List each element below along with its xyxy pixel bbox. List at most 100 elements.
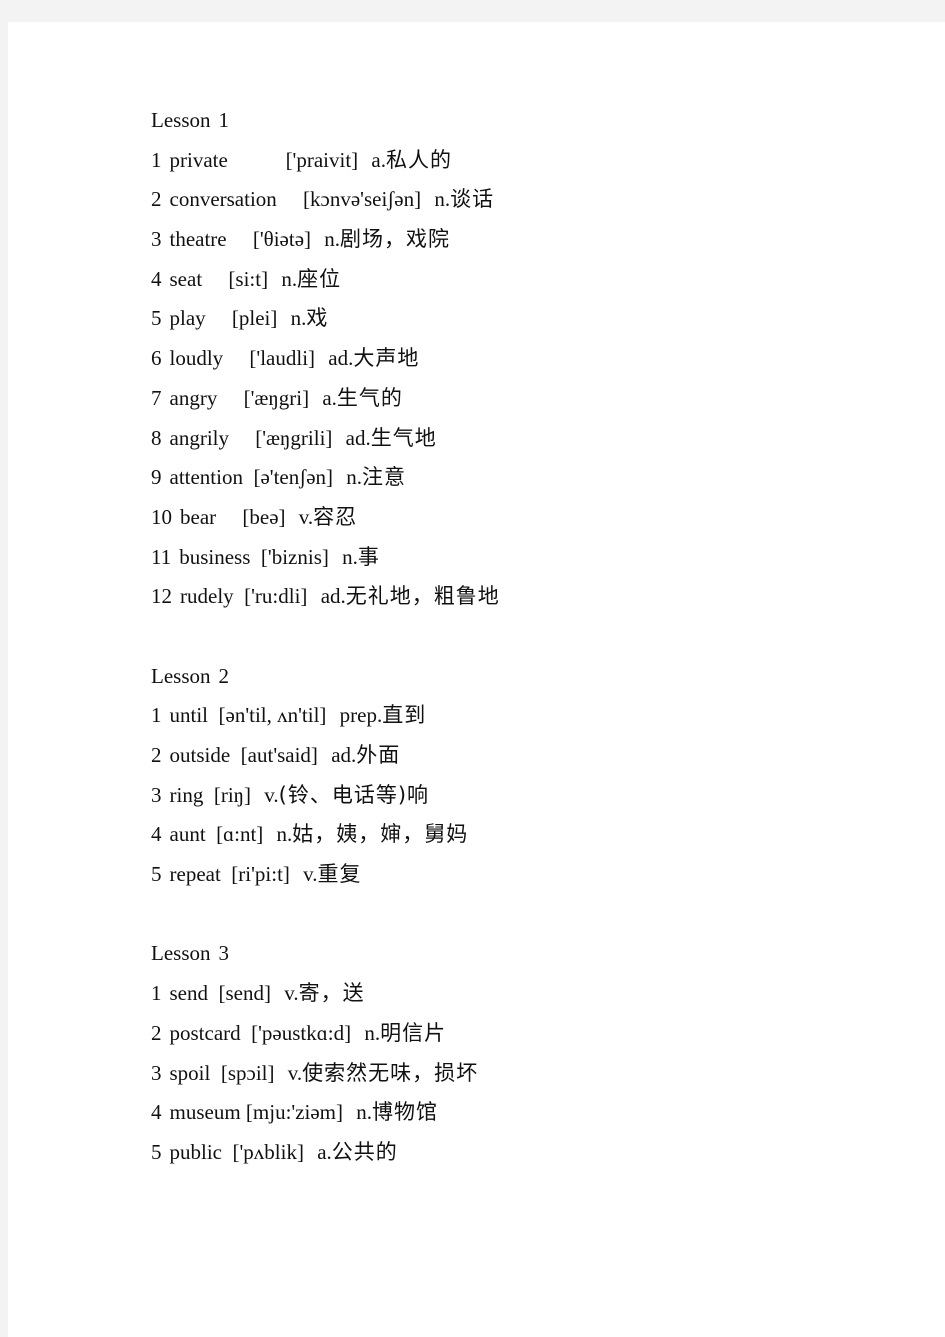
entry-word: public bbox=[169, 1139, 223, 1164]
entry-part-of-speech: n. bbox=[324, 227, 341, 252]
entry-meaning: 私人的 bbox=[385, 147, 452, 172]
vocab-entry: 9 attention [ə'tenʃən] n.注意 bbox=[151, 464, 500, 504]
vocab-entry: 11 business ['biznis] n.事 bbox=[151, 544, 500, 584]
entry-word: conversation bbox=[169, 187, 277, 212]
lesson-label: Lesson bbox=[151, 941, 211, 966]
entry-meaning: 生气的 bbox=[336, 385, 403, 410]
entry-part-of-speech: ad. bbox=[328, 346, 354, 371]
entry-part-of-speech: n. bbox=[346, 465, 363, 490]
entry-pronunciation: ['θiətə] bbox=[252, 227, 312, 252]
entry-part-of-speech: ad. bbox=[331, 743, 357, 767]
vocab-entry: 1 private ['praivit] a.私人的 bbox=[151, 147, 500, 187]
entry-word: play bbox=[169, 306, 206, 331]
entry-pronunciation: ['pʌblik] bbox=[232, 1139, 304, 1164]
vocab-entry: 3 ring [riŋ] v.(铃、电话等)响 bbox=[151, 782, 500, 822]
vocab-entry: 2 outside [aut'said] ad.外面 bbox=[151, 742, 500, 782]
entry-word: spoil bbox=[169, 1060, 211, 1085]
entry-meaning: 生气地 bbox=[370, 425, 437, 450]
entry-meaning: 剧场，戏院 bbox=[340, 227, 451, 252]
entry-meaning: 座位 bbox=[297, 266, 342, 291]
entry-number: 9 bbox=[151, 465, 162, 490]
entry-word: rudely bbox=[180, 584, 234, 609]
entry-meaning: 无礼地，粗鲁地 bbox=[345, 584, 500, 609]
entry-meaning: (铃、电话等)响 bbox=[278, 782, 430, 807]
entry-pronunciation: [aut'said] bbox=[240, 743, 318, 767]
vocab-entry: 3 theatre ['θiətə] n.剧场，戏院 bbox=[151, 226, 500, 266]
entry-word: museum bbox=[169, 1100, 241, 1125]
entry-number: 3 bbox=[151, 1060, 162, 1085]
entry-spacer bbox=[221, 505, 242, 529]
entry-meaning: 事 bbox=[357, 544, 380, 569]
entry-meaning: 寄，送 bbox=[298, 981, 365, 1006]
vocab-entry: 2 conversation [kɔnvə'seiʃən] n.谈话 bbox=[151, 186, 500, 226]
entry-part-of-speech: ad. bbox=[320, 584, 346, 609]
vocab-entry: 4 seat [si:t] n.座位 bbox=[151, 266, 500, 306]
entry-number: 11 bbox=[151, 544, 172, 569]
vocab-entry: 1 send [send] v.寄，送 bbox=[151, 980, 500, 1020]
entry-number: 5 bbox=[151, 1139, 162, 1164]
vocab-entry: 4 museum [mju:'ziəm] n.博物馆 bbox=[151, 1099, 500, 1139]
entry-number: 12 bbox=[151, 584, 172, 609]
lesson-number: 1 bbox=[218, 108, 230, 132]
entry-meaning: 姑，姨，婶，舅妈 bbox=[292, 822, 469, 847]
entry-number: 7 bbox=[151, 385, 162, 410]
vocab-entry: 5 public ['pʌblik] a.公共的 bbox=[151, 1139, 500, 1179]
entry-pronunciation: [kɔnvə'seiʃən] bbox=[303, 187, 422, 212]
entry-part-of-speech: ad. bbox=[345, 425, 371, 450]
entry-spacer bbox=[211, 306, 232, 330]
entry-spacer bbox=[223, 386, 244, 410]
entry-word: attention bbox=[169, 465, 243, 490]
entry-number: 4 bbox=[151, 1100, 162, 1125]
entry-spacer bbox=[232, 227, 253, 251]
entry-part-of-speech: n. bbox=[364, 1020, 381, 1045]
entry-spacer bbox=[282, 187, 303, 211]
entry-number: 4 bbox=[151, 266, 162, 291]
vocabulary-list: Lesson 1 1 private ['praivit] a.私人的 2 conver… bbox=[151, 107, 500, 1179]
entry-meaning: 直到 bbox=[382, 703, 427, 728]
entry-pronunciation: [ə'tenʃən] bbox=[253, 465, 334, 490]
entry-pronunciation: [plei] bbox=[231, 306, 278, 331]
entry-word: theatre bbox=[169, 227, 227, 252]
entry-word: aunt bbox=[169, 822, 206, 847]
lesson-number: 3 bbox=[218, 941, 230, 966]
vocab-entry: 1 until [ən'til, ʌn'til] prep.直到 bbox=[151, 702, 500, 742]
entry-pronunciation: ['biznis] bbox=[260, 544, 329, 569]
lesson-items: 1 private ['praivit] a.私人的 2 conversation [… bbox=[151, 147, 500, 623]
entry-pronunciation: [ri'pi:t] bbox=[231, 862, 290, 887]
entry-number: 5 bbox=[151, 306, 162, 331]
entry-part-of-speech: a. bbox=[317, 1139, 332, 1164]
entry-pronunciation: [spɔil] bbox=[220, 1060, 275, 1085]
entry-word: until bbox=[169, 703, 209, 728]
entry-meaning: 容忍 bbox=[313, 504, 358, 529]
vocab-entry: 5 play [plei] n.戏 bbox=[151, 305, 500, 345]
entry-number: 10 bbox=[151, 504, 172, 529]
lesson-items: 1 until [ən'til, ʌn'til] prep.直到 2 outside … bbox=[151, 702, 500, 900]
entry-part-of-speech: v. bbox=[298, 504, 314, 529]
entry-meaning: 博物馆 bbox=[372, 1100, 439, 1125]
entry-part-of-speech: n. bbox=[342, 544, 358, 569]
entry-meaning: 外面 bbox=[356, 743, 401, 767]
lesson-label: Lesson bbox=[151, 108, 211, 132]
entry-pronunciation: ['pəustkɑ:d] bbox=[251, 1020, 352, 1045]
vocab-entry: 7 angry ['æŋgri] a.生气的 bbox=[151, 385, 500, 425]
entry-pronunciation: ['praivit] bbox=[285, 147, 359, 172]
entry-pronunciation: [ɑ:nt] bbox=[216, 822, 264, 847]
entry-part-of-speech: n. bbox=[434, 187, 451, 212]
entry-number: 1 bbox=[151, 981, 162, 1006]
lesson-title: Lesson 3 bbox=[151, 940, 500, 980]
entry-number: 2 bbox=[151, 743, 162, 767]
entry-number: 3 bbox=[151, 782, 162, 807]
vocab-entry: 12 rudely ['ru:dli] ad.无礼地，粗鲁地 bbox=[151, 583, 500, 623]
entry-part-of-speech: prep. bbox=[339, 703, 383, 728]
entry-number: 2 bbox=[151, 1020, 162, 1045]
entry-part-of-speech: n. bbox=[290, 306, 307, 331]
entry-part-of-speech: n. bbox=[281, 266, 298, 291]
entry-number: 5 bbox=[151, 862, 162, 887]
entry-part-of-speech: v. bbox=[287, 1060, 303, 1085]
entry-meaning: 谈话 bbox=[450, 187, 495, 212]
entry-part-of-speech: n. bbox=[356, 1100, 373, 1125]
vocab-entry: 4 aunt [ɑ:nt] n.姑，姨，婶，舅妈 bbox=[151, 821, 500, 861]
entry-word: bear bbox=[180, 504, 217, 529]
entry-meaning: 公共的 bbox=[331, 1139, 398, 1164]
